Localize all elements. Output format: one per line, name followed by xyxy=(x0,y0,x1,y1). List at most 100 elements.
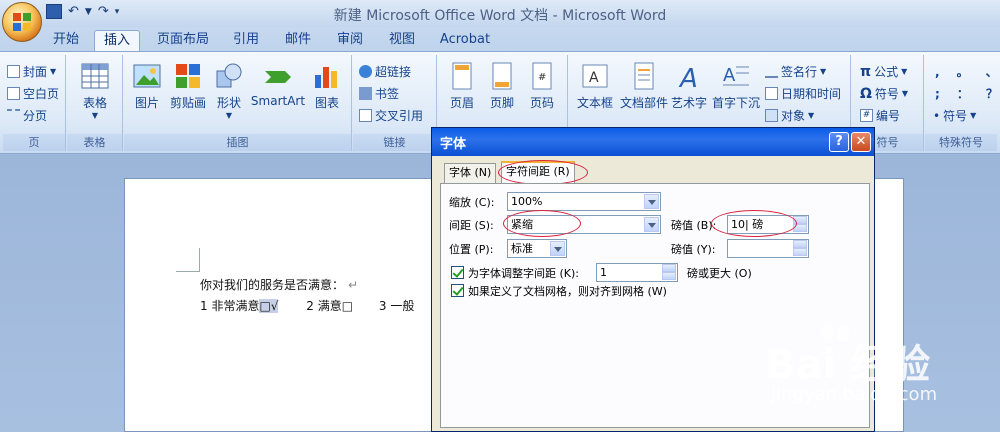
object-button[interactable]: 对象 ▼ xyxy=(765,107,814,124)
symbol-button[interactable]: Ω 符号 ▼ xyxy=(860,85,908,102)
page-number-button[interactable]: # 页码 xyxy=(524,61,560,111)
ribbon-tabs: 开始 插入 页面布局 引用 邮件 审阅 视图 Acrobat xyxy=(0,27,1000,52)
special-chars-row-1[interactable]: ,。、 xyxy=(935,63,1000,80)
picture-icon xyxy=(133,64,161,88)
kerning-label: 为字体调整字间距 (K): xyxy=(468,267,579,280)
option-line[interactable]: 1 非常满意□√ 2 满意□ 3 一般 xyxy=(200,297,414,314)
pi-icon: π xyxy=(860,63,872,80)
blank-page-button[interactable]: 空白页 xyxy=(7,85,59,102)
spacing-by-spinner[interactable]: 10| 磅 xyxy=(727,215,809,234)
tab-font[interactable]: 字体 (N) xyxy=(444,163,497,183)
office-button[interactable] xyxy=(2,2,42,42)
dialog-title: 字体 xyxy=(440,137,467,152)
tab-page-layout[interactable]: 页面布局 xyxy=(152,30,214,52)
spin-up-icon[interactable] xyxy=(793,216,807,224)
signature-line-icon xyxy=(765,65,778,78)
option-1: 1 非常满意 xyxy=(200,299,260,313)
smartart-icon xyxy=(265,71,291,83)
special-chars-row-2[interactable]: ;：？ xyxy=(935,85,1000,102)
dialog-title-bar[interactable]: 字体 ? ✕ xyxy=(432,128,874,156)
spacing-combo[interactable]: 紧缩 xyxy=(507,215,661,234)
selected-text: □√ xyxy=(259,299,279,313)
hyperlink-button[interactable]: 超链接 xyxy=(359,63,411,80)
position-combo[interactable]: 标准 xyxy=(507,239,567,258)
group-tables: 表格 ▼ 表格 xyxy=(67,55,123,151)
watermark-url: jingyan.baidu.com xyxy=(771,384,938,405)
spacing-label: 间距 (S): xyxy=(449,219,494,232)
wordart-button[interactable]: A 艺术字 xyxy=(669,61,709,111)
spin-down-icon[interactable] xyxy=(793,248,807,256)
numbering-button[interactable]: # 编号 xyxy=(860,107,900,124)
snap-to-grid-checkbox[interactable] xyxy=(451,284,464,297)
group-links: 超链接 书签 交叉引用 链接 xyxy=(353,55,437,151)
footer-button[interactable]: 页脚 xyxy=(484,61,520,111)
scale-dropdown-icon[interactable] xyxy=(644,194,659,209)
header-button[interactable]: 页眉 xyxy=(444,61,480,111)
spin-down-icon[interactable] xyxy=(793,224,807,232)
drop-cap-button[interactable]: A 首字下沉 xyxy=(711,61,761,111)
chart-button[interactable]: 图表 xyxy=(310,61,344,111)
cross-reference-button[interactable]: 交叉引用 xyxy=(359,107,423,124)
option-2: 2 满意□ xyxy=(306,299,354,313)
tab-acrobat[interactable]: Acrobat xyxy=(436,30,494,52)
textbox-icon: A xyxy=(582,64,608,88)
equation-button[interactable]: π 公式 ▼ xyxy=(860,63,907,80)
bookmark-icon xyxy=(359,87,372,100)
bookmark-button[interactable]: 书签 xyxy=(359,85,399,102)
svg-text:A: A xyxy=(723,65,736,86)
question-text[interactable]: 你对我们的服务是否满意： ↵ xyxy=(200,276,358,293)
clipart-button[interactable]: 剪贴画 xyxy=(168,61,208,111)
drop-cap-icon: A xyxy=(723,65,749,86)
group-label-special-symbols: 特殊符号 xyxy=(925,134,997,151)
tab-home[interactable]: 开始 xyxy=(46,30,86,52)
spin-up-icon[interactable] xyxy=(662,264,676,272)
close-button[interactable]: ✕ xyxy=(851,132,871,152)
table-button[interactable]: 表格 ▼ xyxy=(77,61,113,120)
shapes-button[interactable]: 形状 ▼ xyxy=(212,61,246,120)
cross-reference-icon xyxy=(359,109,372,122)
kerning-checkbox[interactable] xyxy=(451,266,464,279)
smartart-button[interactable]: SmartArt xyxy=(250,61,306,108)
spacing-dropdown-icon[interactable] xyxy=(644,217,659,232)
svg-text:A: A xyxy=(589,70,599,86)
watermark-brand: Bai 经验 xyxy=(765,342,931,388)
date-time-button[interactable]: 日期和时间 xyxy=(765,85,841,102)
window-title: 新建 Microsoft Office Word 文档 - Microsoft … xyxy=(333,8,667,24)
spin-down-icon[interactable] xyxy=(662,272,676,280)
page-break-button[interactable]: 分页 xyxy=(7,107,47,124)
scale-combo[interactable]: 100% xyxy=(507,192,661,211)
tab-insert[interactable]: 插入 xyxy=(94,30,140,52)
kerning-spinner[interactable]: 1 xyxy=(596,263,678,282)
position-dropdown-icon[interactable] xyxy=(550,241,565,256)
margin-corner-mark xyxy=(176,248,200,272)
picture-button[interactable]: 图片 xyxy=(130,61,164,111)
shapes-icon xyxy=(216,63,242,88)
spin-up-icon[interactable] xyxy=(793,240,807,248)
blank-page-icon xyxy=(7,87,20,100)
tab-references[interactable]: 引用 xyxy=(226,30,266,52)
cover-page-button[interactable]: 封面 ▼ xyxy=(7,63,56,80)
tab-review[interactable]: 审阅 xyxy=(330,30,370,52)
textbox-button[interactable]: A 文本框 xyxy=(573,61,617,111)
position-by-spinner[interactable] xyxy=(727,239,809,258)
position-label: 位置 (P): xyxy=(449,243,494,256)
paragraph-mark: ↵ xyxy=(348,278,359,292)
tab-character-spacing[interactable]: 字符间距 (R) xyxy=(501,161,575,184)
special-symbol-button[interactable]: • 符号 ▼ xyxy=(933,107,976,124)
tab-mailings[interactable]: 邮件 xyxy=(278,30,318,52)
table-icon xyxy=(81,63,109,89)
group-label-tables: 表格 xyxy=(67,134,122,151)
signature-line-button[interactable]: 签名行 ▼ xyxy=(765,63,826,80)
quick-parts-button[interactable]: 文档部件 xyxy=(619,61,669,111)
spacing-by-label: 磅值 (B): xyxy=(671,219,717,232)
group-illustrations: 图片 剪贴画 形状 ▼ SmartArt 图表 插图 xyxy=(124,55,352,151)
svg-text:A: A xyxy=(678,64,698,91)
option-3: 3 一般 xyxy=(378,299,415,313)
position-by-label: 磅值 (Y): xyxy=(671,243,716,256)
group-label-pages: 页 xyxy=(3,134,65,151)
help-button[interactable]: ? xyxy=(829,132,849,152)
svg-text:#: # xyxy=(538,72,546,83)
tab-view[interactable]: 视图 xyxy=(382,30,422,52)
hyperlink-icon xyxy=(359,65,372,78)
title-bar: ↶ ▼ ↷ ▾ 新建 Microsoft Office Word 文档 - Mi… xyxy=(0,0,1000,27)
